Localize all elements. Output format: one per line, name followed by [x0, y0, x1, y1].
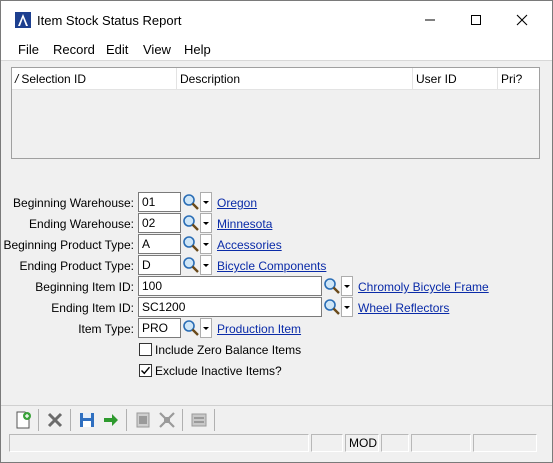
ending-warehouse-dropdown[interactable]: [200, 213, 212, 233]
search-icon[interactable]: [182, 214, 200, 232]
beginning-warehouse-field[interactable]: 01: [138, 192, 181, 212]
include-zero-balance-checkbox[interactable]: [139, 343, 152, 356]
ending-item-id-label: Ending Item ID:: [51, 301, 134, 315]
chevron-down-icon: [203, 264, 209, 267]
ending-item-id-field[interactable]: SC1200: [138, 297, 322, 317]
beginning-item-id-dropdown[interactable]: [341, 276, 353, 296]
column-user-id[interactable]: User ID: [413, 68, 498, 90]
search-icon[interactable]: [182, 235, 200, 253]
grid-header: / Selection ID Description User ID Pri?: [12, 68, 539, 90]
column-description[interactable]: Description: [177, 68, 413, 90]
column-marker: /: [15, 72, 19, 86]
process-arrow-icon[interactable]: [101, 410, 121, 430]
selection-grid[interactable]: / Selection ID Description User ID Pri?: [11, 67, 540, 159]
menu-bar: File Record Edit View Help: [1, 39, 552, 61]
search-icon[interactable]: [182, 193, 200, 211]
minimize-button[interactable]: [407, 1, 453, 39]
menu-file[interactable]: File: [18, 42, 39, 57]
search-icon[interactable]: [323, 298, 341, 316]
ending-warehouse-field[interactable]: 02: [138, 213, 181, 233]
beginning-product-type-field[interactable]: A: [138, 234, 181, 254]
print-preview-icon[interactable]: [133, 410, 153, 430]
beginning-item-id-field[interactable]: 100: [138, 276, 322, 296]
beginning-product-type-link[interactable]: Accessories: [217, 238, 282, 252]
search-icon[interactable]: [182, 256, 200, 274]
item-type-field[interactable]: PRO: [138, 318, 181, 338]
menu-help[interactable]: Help: [184, 42, 211, 57]
delete-icon[interactable]: [45, 410, 65, 430]
item-type-dropdown[interactable]: [200, 318, 212, 338]
window-title: Item Stock Status Report: [37, 13, 182, 28]
maximize-icon: [471, 15, 481, 25]
ending-warehouse-label: Ending Warehouse:: [29, 217, 134, 231]
chevron-down-icon: [203, 222, 209, 225]
status-cell-blank: [381, 434, 409, 452]
toolbar-separator: [182, 409, 183, 431]
chevron-down-icon: [203, 327, 209, 330]
menu-record[interactable]: Record: [53, 42, 95, 57]
toolbar-separator: [126, 409, 127, 431]
column-priority[interactable]: Pri?: [498, 68, 539, 90]
status-cell-blank: [473, 434, 537, 452]
status-mode-cell: MOD: [345, 434, 379, 452]
beginning-warehouse-link[interactable]: Oregon: [217, 196, 257, 210]
app-logo-icon: [15, 12, 31, 28]
beginning-warehouse-label: Beginning Warehouse:: [13, 196, 134, 210]
chevron-down-icon: [203, 201, 209, 204]
menu-view[interactable]: View: [143, 42, 171, 57]
toolbar-separator: [214, 409, 215, 431]
search-icon[interactable]: [323, 277, 341, 295]
ending-item-id-link[interactable]: Wheel Reflectors: [358, 301, 449, 315]
list-icon[interactable]: [189, 410, 209, 430]
status-cell-blank: [411, 434, 471, 452]
menu-edit[interactable]: Edit: [106, 42, 128, 57]
ending-warehouse-link[interactable]: Minnesota: [217, 217, 272, 231]
expand-icon[interactable]: [157, 410, 177, 430]
column-selection-id[interactable]: / Selection ID: [12, 68, 177, 90]
beginning-product-type-dropdown[interactable]: [200, 234, 212, 254]
chevron-down-icon: [203, 243, 209, 246]
toolbar: [1, 405, 552, 433]
ending-product-type-link[interactable]: Bicycle Components: [217, 259, 326, 273]
beginning-warehouse-dropdown[interactable]: [200, 192, 212, 212]
ending-product-type-label: Ending Product Type:: [19, 259, 134, 273]
beginning-item-id-link[interactable]: Chromoly Bicycle Frame: [358, 280, 489, 294]
include-zero-balance-label[interactable]: Include Zero Balance Items: [155, 343, 301, 357]
item-type-link[interactable]: Production Item: [217, 322, 301, 336]
close-icon: [516, 14, 528, 26]
exclude-inactive-checkbox[interactable]: [139, 364, 152, 377]
beginning-item-id-label: Beginning Item ID:: [35, 280, 134, 294]
minimize-icon: [425, 19, 435, 21]
maximize-button[interactable]: [453, 1, 499, 39]
ending-item-id-dropdown[interactable]: [341, 297, 353, 317]
new-record-icon[interactable]: [13, 410, 33, 430]
ending-product-type-field[interactable]: D: [138, 255, 181, 275]
status-cell-blank: [311, 434, 343, 452]
checkmark-icon: [141, 366, 151, 375]
beginning-product-type-label: Beginning Product Type:: [3, 238, 134, 252]
status-bar: MOD: [1, 433, 552, 453]
search-icon[interactable]: [182, 319, 200, 337]
title-bar: Item Stock Status Report: [1, 1, 552, 39]
close-button[interactable]: [499, 1, 545, 39]
item-type-label: Item Type:: [78, 322, 134, 336]
status-message-cell: [9, 434, 309, 452]
report-window: Item Stock Status Report File Record Edi…: [0, 0, 553, 463]
chevron-down-icon: [344, 306, 350, 309]
chevron-down-icon: [344, 285, 350, 288]
exclude-inactive-label[interactable]: Exclude Inactive Items?: [155, 364, 282, 378]
toolbar-separator: [38, 409, 39, 431]
ending-product-type-dropdown[interactable]: [200, 255, 212, 275]
save-icon[interactable]: [77, 410, 97, 430]
toolbar-separator: [70, 409, 71, 431]
